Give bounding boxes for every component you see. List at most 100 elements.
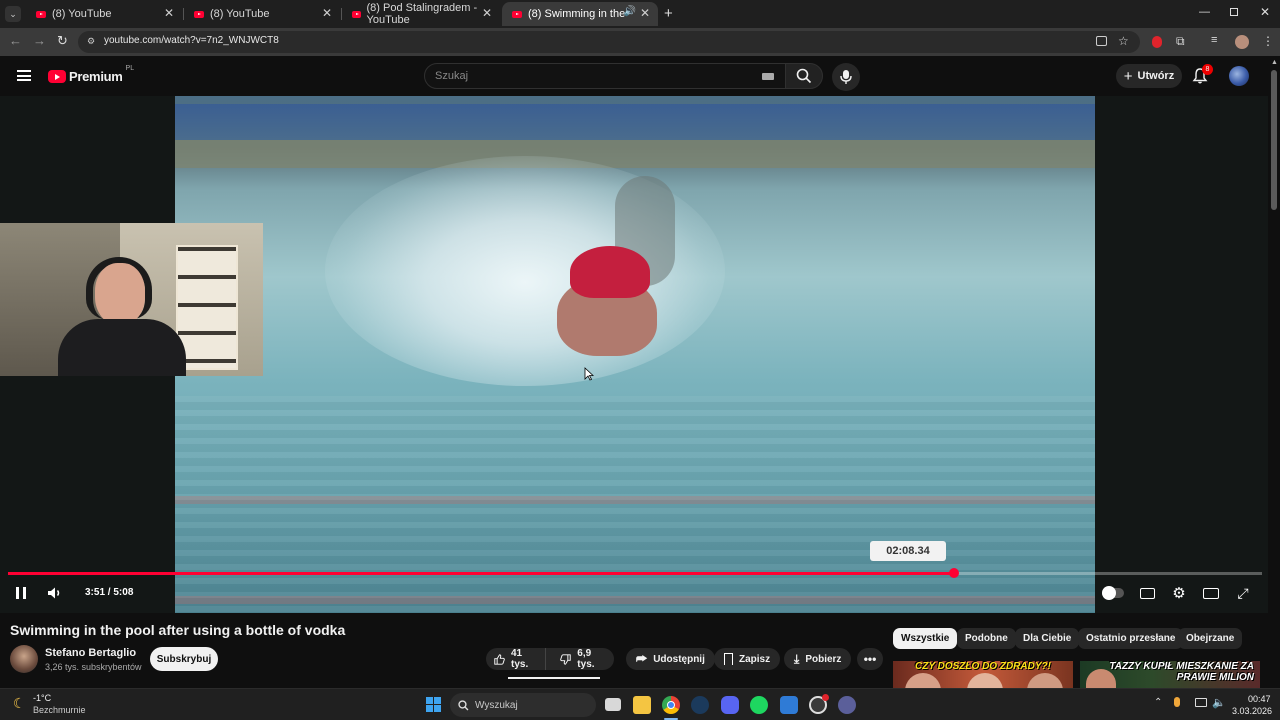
new-tab-button[interactable]: + [664, 5, 673, 22]
close-tab-icon[interactable]: ✕ [322, 6, 332, 20]
chip-for-you[interactable]: Dla Ciebie [1015, 628, 1080, 649]
chrome-icon[interactable] [662, 696, 680, 714]
like-button[interactable]: 41 tys. [486, 648, 547, 670]
extension-icon[interactable] [1152, 36, 1162, 48]
volume-button[interactable] [45, 584, 65, 602]
create-button[interactable]: + Utwórz [1116, 64, 1182, 88]
dislike-button[interactable]: 6,9 tys. [552, 648, 614, 670]
autoplay-toggle[interactable] [1101, 584, 1125, 602]
weather-description[interactable]: Bezchmurnie [33, 705, 86, 715]
obs-icon[interactable] [809, 694, 829, 714]
fullscreen-icon[interactable]: ⤢ [1233, 584, 1253, 602]
close-tab-icon[interactable]: ✕ [164, 6, 174, 20]
channel-avatar[interactable] [10, 645, 38, 673]
recommended-video-thumbnail[interactable]: TAZZY KUPIŁ MIESZKANIE ZA PRAWIE MILION [1080, 661, 1260, 688]
close-tab-icon[interactable]: ✕ [640, 6, 650, 20]
reload-icon[interactable]: ↻ [57, 33, 68, 49]
video-player[interactable]: 02:08.34 3:51 / 5:08 ⚙ ⤢ [0, 96, 1268, 613]
windows-start-button[interactable] [426, 697, 441, 712]
progress-bar[interactable] [8, 568, 1262, 578]
taskbar-search-input[interactable]: Wyszukaj [450, 693, 596, 717]
bookmark-star-icon[interactable]: ☆ [1118, 34, 1129, 48]
browser-tab-2[interactable]: (8) YouTube ✕ [184, 2, 340, 26]
search-icon [458, 699, 469, 710]
show-hidden-icons-chevron-icon[interactable]: ⌃ [1154, 697, 1162, 708]
chip-all[interactable]: Wszystkie [893, 628, 958, 649]
keyboard-icon[interactable] [762, 73, 774, 80]
dislike-count: 6,9 tys. [577, 648, 595, 670]
download-button[interactable]: ⤓ Pobierz [784, 648, 852, 670]
tab-search-dropdown-button[interactable]: ⌄ [5, 6, 21, 22]
youtube-favicon-icon [512, 10, 522, 18]
voice-search-button[interactable] [832, 63, 860, 91]
hamburger-menu-icon[interactable] [17, 70, 31, 81]
chip-recently-uploaded[interactable]: Ostatnio przesłane [1078, 628, 1184, 649]
microphone-tray-icon[interactable] [1174, 697, 1180, 707]
close-window-button[interactable]: ✕ [1260, 5, 1270, 19]
save-button[interactable]: Zapisz [714, 648, 781, 670]
autoplay-toggle-track [1102, 586, 1124, 600]
back-arrow-icon[interactable]: ← [9, 33, 22, 48]
video-frame[interactable] [175, 96, 1095, 613]
search-icon [796, 68, 812, 84]
chrome-icon-center [667, 701, 675, 709]
restore-window-button[interactable] [1230, 8, 1238, 16]
streamer-hoodie [58, 319, 186, 376]
notifications-button[interactable]: 8 [1192, 64, 1213, 86]
theater-mode-icon [1203, 587, 1219, 599]
site-info-icon[interactable]: ⚙ [87, 36, 95, 47]
search-button[interactable] [785, 63, 823, 89]
download-icon: ⤓ [794, 651, 800, 666]
audio-app-icon[interactable] [838, 696, 856, 714]
browser-tab-active[interactable]: (8) Swimming in the pool af 🔊 ✕ [502, 2, 658, 26]
network-icon[interactable] [1195, 698, 1207, 707]
time-display: 3:51 / 5:08 [85, 587, 133, 598]
subscribe-button[interactable]: Subskrybuj [150, 647, 218, 671]
app-launcher-icon[interactable] [780, 696, 798, 714]
spotify-icon[interactable] [750, 696, 768, 714]
extensions-puzzle-icon[interactable]: ⧉ [1176, 34, 1185, 49]
task-view-icon[interactable] [605, 698, 621, 711]
weather-temperature[interactable]: -1°C [33, 693, 51, 703]
file-explorer-icon[interactable] [633, 696, 651, 714]
address-bar[interactable]: ⚙ youtube.com/watch?v=7n2_WNJWCT8 ☆ [78, 31, 1140, 53]
theater-mode-button[interactable] [1201, 584, 1221, 602]
profile-avatar[interactable] [1235, 35, 1249, 49]
minimize-window-button[interactable]: — [1199, 6, 1210, 18]
pause-button[interactable] [11, 584, 31, 602]
chevron-down-icon: ⌄ [9, 8, 17, 19]
youtube-premium-logo[interactable]: Premium PL [48, 65, 134, 84]
account-avatar[interactable] [1229, 66, 1249, 86]
notification-badge: 8 [1202, 64, 1213, 75]
browser-tab-1[interactable]: (8) YouTube ✕ [26, 2, 182, 26]
moon-weather-icon[interactable]: ☾ [13, 695, 26, 712]
install-app-icon[interactable] [1096, 36, 1107, 46]
discord-icon[interactable] [721, 696, 739, 714]
youtube-favicon-icon [194, 10, 204, 18]
webcam-overlay [0, 223, 263, 376]
close-tab-icon[interactable]: ✕ [482, 6, 492, 20]
scrollbar-thumb[interactable] [1271, 70, 1277, 210]
speaker-icon[interactable]: 🔊 [624, 6, 636, 17]
chip-watched[interactable]: Obejrzane [1178, 628, 1243, 649]
clock-time[interactable]: 00:47 [1248, 694, 1271, 704]
media-control-icon[interactable]: ≡ [1211, 34, 1217, 46]
speaker-tray-icon[interactable]: 🔈 [1212, 696, 1226, 709]
search-input[interactable]: Szukaj [424, 63, 786, 89]
subtitles-button[interactable] [1137, 584, 1157, 602]
chip-related[interactable]: Podobne [957, 628, 1016, 649]
channel-name[interactable]: Stefano Bertaglio [45, 647, 136, 659]
browser-menu-icon[interactable]: ⋮ [1262, 34, 1274, 48]
recommended-video-thumbnail[interactable]: CZY DOSZŁO DO ZDRADY?! [893, 661, 1073, 688]
forward-arrow-icon[interactable]: → [33, 33, 46, 48]
share-button[interactable]: ⮫ Udostępnij [626, 648, 715, 670]
settings-gear-icon[interactable]: ⚙ [1169, 584, 1189, 602]
steam-icon[interactable] [691, 696, 709, 714]
scroll-up-arrow-icon[interactable]: ▲ [1271, 59, 1278, 66]
clock-date[interactable]: 3.03.2026 [1232, 706, 1272, 716]
logo-region: PL [125, 65, 135, 72]
share-icon: ⮫ [636, 651, 648, 666]
page-scrollbar[interactable]: ▲ [1268, 56, 1280, 688]
browser-tab-3[interactable]: (8) Pod Stalingradem - YouTube ✕ [342, 2, 500, 26]
more-actions-button[interactable]: ••• [857, 648, 883, 670]
